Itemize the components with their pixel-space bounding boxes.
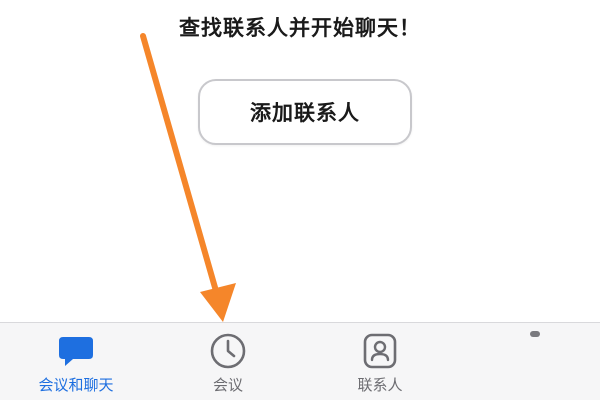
tab-label: 会议 bbox=[212, 376, 243, 394]
clock-icon bbox=[208, 331, 248, 371]
contact-card-icon bbox=[360, 331, 400, 371]
tab-contacts[interactable]: 联系人 bbox=[320, 331, 440, 397]
add-contact-button[interactable]: 添加联系人 bbox=[198, 79, 412, 145]
partial-more-tab-icon bbox=[530, 331, 540, 337]
tab-meetings[interactable]: 会议 bbox=[168, 331, 288, 397]
bottom-tab-bar: 会议和聊天 会议 联系人 bbox=[0, 322, 600, 400]
tab-label: 联系人 bbox=[357, 376, 403, 394]
tab-label: 会议和聊天 bbox=[38, 376, 114, 394]
tab-meetings-and-chat[interactable]: 会议和聊天 bbox=[16, 331, 136, 397]
chat-bubble-icon bbox=[56, 331, 96, 371]
screen: 查找联系人并开始聊天！ 添加联系人 会议和聊天 会议 联系人 bbox=[0, 0, 600, 400]
page-heading: 查找联系人并开始聊天！ bbox=[179, 16, 421, 40]
add-contact-label: 添加联系人 bbox=[250, 101, 360, 125]
